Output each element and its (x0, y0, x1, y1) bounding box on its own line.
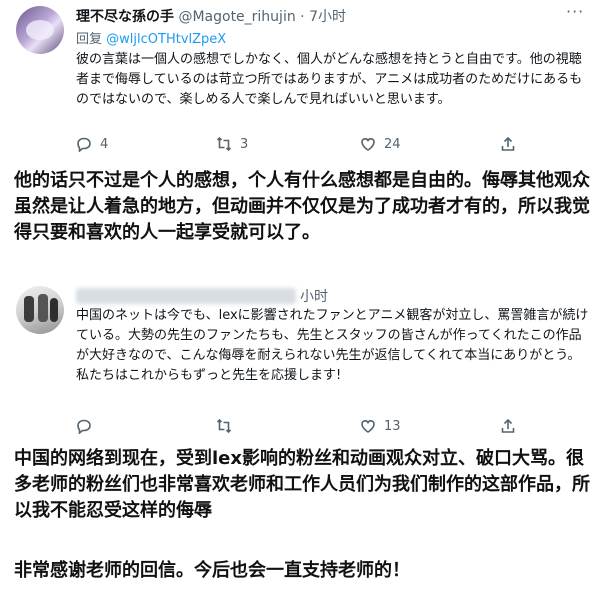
retweet-icon (216, 136, 232, 152)
tweet-text: 中国のネットは今でも、lexに影響されたファンとアニメ観客が対立し、罵詈雑言が続… (76, 308, 589, 383)
retweet-button[interactable]: 3 (216, 136, 248, 152)
like-count: 24 (384, 136, 401, 152)
tweet-2: 小时 中国のネットは今でも、lexに影響されたファンとアニメ観客が対立し、罵詈雑… (0, 282, 604, 442)
tweet-header: 理不尽な孫の手 @Magote_rihujin · 7小时 (76, 6, 346, 26)
avatar[interactable] (16, 6, 64, 54)
share-icon (501, 418, 515, 433)
user-handle[interactable]: @Magote_rihujin (178, 9, 295, 25)
share-button[interactable] (500, 136, 516, 152)
more-icon[interactable]: ··· (566, 2, 584, 21)
separator-dot: · (300, 9, 305, 25)
tweet-header: 小时 (300, 286, 328, 306)
timestamp[interactable]: 小时 (300, 289, 328, 305)
tweet-text: 彼の言葉は一個人の感想でしかなく、個人がどんな感想を持とうと自由です。他の視聴者… (76, 52, 583, 107)
share-icon (501, 136, 515, 151)
retweet-button[interactable] (216, 418, 240, 434)
tweet-actions: 13 (76, 418, 586, 438)
avatar[interactable] (16, 286, 64, 334)
reply-button[interactable]: 4 (76, 136, 108, 152)
reply-prefix: 回复 (76, 32, 103, 47)
tweet-actions: 4 3 24 (76, 136, 586, 156)
reply-icon (77, 419, 91, 434)
heart-icon (361, 138, 375, 151)
reply-count: 4 (100, 136, 109, 152)
reply-icon (77, 137, 91, 152)
share-button[interactable] (500, 418, 516, 434)
reply-mention[interactable]: @wljlcOTHtvlZpeX (106, 32, 226, 47)
retweet-count: 3 (240, 136, 249, 152)
like-button[interactable]: 24 (360, 136, 401, 152)
retweet-icon (216, 418, 232, 434)
translation-text-3: 非常感谢老师的回信。今后也会一直支持老师的！ (14, 560, 410, 581)
translation-text-1: 他的话只不过是个人的感想，个人有什么感想都是自由的。侮辱其他观众虽然是让人着急的… (14, 170, 590, 243)
reply-button[interactable] (76, 418, 100, 434)
tweet-1: 理不尽な孫の手 @Magote_rihujin · 7小时 ··· 回复 @wl… (0, 0, 604, 162)
translation-text-2: 中国的网络到现在，受到lex影响的粉丝和动画观众对立、破口大骂。很多老师的粉丝们… (14, 448, 590, 521)
timestamp[interactable]: 7小时 (309, 9, 346, 25)
redacted-user-info (76, 288, 296, 304)
heart-icon (361, 420, 375, 433)
like-count: 13 (384, 418, 401, 434)
reply-context: 回复 @wljlcOTHtvlZpeX (76, 28, 226, 47)
like-button[interactable]: 13 (360, 418, 401, 434)
display-name[interactable]: 理不尽な孫の手 (76, 9, 174, 25)
